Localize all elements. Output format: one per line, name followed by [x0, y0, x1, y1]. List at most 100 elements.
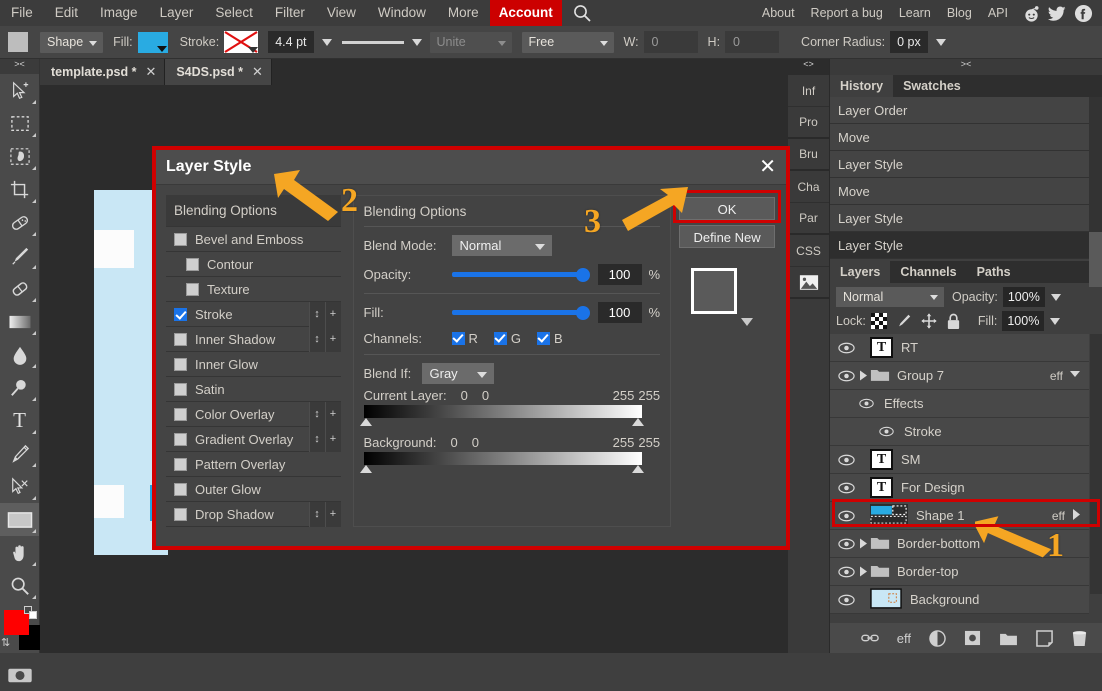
vertical-tab-css[interactable]: CSS: [788, 235, 829, 267]
zoom-tool[interactable]: [0, 569, 39, 602]
gradient-stop-right[interactable]: [631, 418, 644, 426]
effect-satin[interactable]: Satin: [166, 377, 341, 402]
eye-icon[interactable]: [856, 398, 876, 409]
effect-checkbox[interactable]: [174, 357, 187, 371]
transform-mode-dropdown[interactable]: Free: [521, 31, 614, 53]
opacity-input[interactable]: 100: [597, 264, 642, 285]
layer-fill-value[interactable]: 100%: [1002, 311, 1045, 331]
menu-item-window[interactable]: Window: [367, 0, 437, 26]
chevron-down-icon[interactable]: [1069, 368, 1089, 383]
twitter-icon[interactable]: [1046, 2, 1068, 24]
document-tab-template[interactable]: template.psd * ✕: [40, 59, 166, 85]
current-layer-gradient-slider[interactable]: [359, 405, 654, 429]
tab-paths[interactable]: Paths: [966, 261, 1021, 283]
effect-outer-glow[interactable]: Outer Glow: [166, 477, 341, 502]
tab-channels[interactable]: Channels: [890, 261, 967, 283]
vertical-tab-properties[interactable]: Pro: [788, 107, 829, 139]
layer-opacity-value[interactable]: 100%: [1002, 287, 1045, 307]
vertical-tab-info[interactable]: Inf: [788, 75, 829, 107]
dodge-tool[interactable]: [0, 371, 39, 404]
effect-drop-shadow[interactable]: Drop Shadow ↕ +: [166, 501, 341, 527]
history-item[interactable]: Move: [830, 124, 1089, 151]
current-layer-low[interactable]: 0: [461, 388, 468, 403]
layer-row-background[interactable]: Background: [830, 586, 1089, 614]
search-icon[interactable]: [572, 3, 592, 23]
gradient-stop-right[interactable]: [631, 465, 644, 473]
eye-icon[interactable]: [836, 510, 856, 522]
corner-radius-chevron-down-icon[interactable]: [935, 38, 946, 46]
gradient-stop-left[interactable]: [359, 465, 372, 473]
effect-checkbox[interactable]: [174, 507, 187, 521]
effect-inner-glow[interactable]: Inner Glow: [166, 352, 341, 377]
path-operation-dropdown[interactable]: Unite: [429, 31, 512, 53]
close-icon[interactable]: ✕: [252, 59, 263, 85]
fill-slider[interactable]: [451, 305, 590, 320]
fill-color-swatch[interactable]: [137, 31, 168, 53]
link-learn[interactable]: Learn: [891, 0, 939, 26]
gradient-stop-left[interactable]: [359, 418, 372, 426]
layer-row-group-7[interactable]: Group 7 eff: [830, 362, 1089, 390]
eye-icon[interactable]: [836, 342, 856, 354]
new-group-folder-icon[interactable]: [999, 631, 1018, 646]
lock-icon[interactable]: [946, 313, 961, 330]
hand-tool[interactable]: [0, 536, 39, 569]
heal-tool[interactable]: [0, 206, 39, 239]
effect-color-overlay[interactable]: Color Overlay ↕ +: [166, 401, 341, 427]
stroke-color-swatch-none[interactable]: [224, 31, 259, 53]
tool-preset-swatch[interactable]: [8, 32, 28, 52]
effect-add-button[interactable]: +: [324, 401, 341, 427]
link-report-a-bug[interactable]: Report a bug: [803, 0, 891, 26]
eye-icon[interactable]: [876, 426, 896, 437]
tab-layers[interactable]: Layers: [830, 261, 891, 283]
tab-swatches[interactable]: Swatches: [893, 75, 971, 97]
tab-history[interactable]: History: [830, 75, 894, 97]
channel-b-checkbox[interactable]: [537, 332, 551, 345]
brush-icon[interactable]: [896, 313, 912, 329]
camera-icon[interactable]: [0, 658, 39, 691]
right-panel-collapse-button[interactable]: ><: [830, 59, 1102, 75]
reset-colors-icon[interactable]: [24, 606, 38, 620]
history-item[interactable]: Layer Style: [830, 205, 1089, 232]
brush-tool[interactable]: [0, 239, 39, 272]
effect-checkbox[interactable]: [174, 432, 187, 446]
vertical-tab-paragraph[interactable]: Par: [788, 203, 829, 235]
stroke-width-chevron-down-icon[interactable]: [321, 38, 332, 46]
vertical-tab-character[interactable]: Cha: [788, 171, 829, 203]
close-icon[interactable]: ✕: [759, 157, 776, 177]
history-item[interactable]: Layer Style: [830, 151, 1089, 178]
swap-colors-icon[interactable]: ⇅: [1, 636, 10, 649]
text-layer-thumbnail[interactable]: T: [870, 337, 893, 358]
effect-add-button[interactable]: +: [324, 426, 341, 452]
link-api[interactable]: API: [980, 0, 1016, 26]
layer-opacity-chevron-down-icon[interactable]: [1050, 293, 1061, 301]
menu-item-more[interactable]: More: [437, 0, 490, 26]
effect-gradient-overlay[interactable]: Gradient Overlay ↕ +: [166, 426, 341, 452]
rectangular-marquee-tool[interactable]: [0, 107, 39, 140]
channel-r-checkbox[interactable]: [451, 332, 465, 345]
style-preview-swatch[interactable]: [691, 268, 738, 314]
chevron-right-icon[interactable]: [856, 538, 870, 549]
menu-item-select[interactable]: Select: [204, 0, 264, 26]
menu-item-file[interactable]: File: [0, 0, 44, 26]
effect-checkbox[interactable]: [174, 457, 187, 471]
adjustment-halfcircle-icon[interactable]: [929, 629, 946, 647]
eye-icon[interactable]: [836, 594, 856, 606]
history-scrollbar-thumb[interactable]: [1089, 232, 1102, 287]
effect-inner-shadow[interactable]: Inner Shadow ↕ +: [166, 326, 341, 352]
move-tool[interactable]: [0, 74, 39, 107]
current-layer-low2[interactable]: 0: [482, 388, 489, 403]
layer-row-rt[interactable]: T RT: [830, 334, 1089, 362]
current-layer-high[interactable]: 255: [613, 388, 635, 403]
layers-scrollbar[interactable]: [1090, 334, 1102, 594]
stroke-width-value[interactable]: 4.4 pt: [268, 31, 314, 53]
effect-add-button[interactable]: +: [324, 326, 341, 352]
shape-tool[interactable]: [0, 503, 39, 536]
link-icon[interactable]: [860, 632, 879, 644]
effect-reorder-button[interactable]: ↕: [308, 501, 325, 527]
eye-icon[interactable]: [836, 566, 856, 578]
shape-layer-thumbnail[interactable]: [870, 503, 908, 528]
text-layer-thumbnail[interactable]: T: [870, 477, 893, 498]
effect-checkbox[interactable]: [174, 482, 187, 496]
history-item-current[interactable]: Layer Style: [830, 232, 1089, 259]
effect-checkbox[interactable]: [174, 332, 187, 346]
